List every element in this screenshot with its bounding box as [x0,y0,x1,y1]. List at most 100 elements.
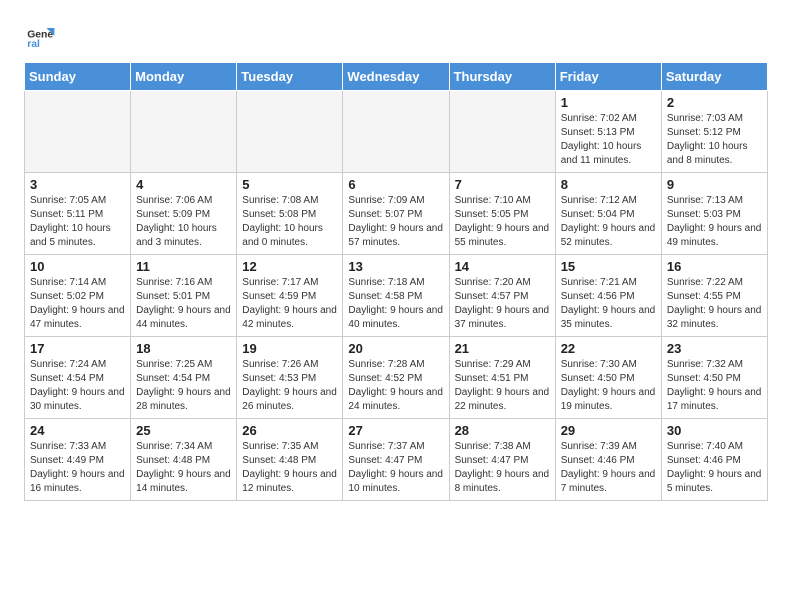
day-info: Sunrise: 7:35 AM Sunset: 4:48 PM Dayligh… [242,440,337,496]
day-number: 29 [561,423,656,438]
day-cell [237,91,343,173]
day-cell: 5 Sunrise: 7:08 AM Sunset: 5:08 PM Daylig… [237,173,343,255]
col-header-friday: Friday [555,63,661,91]
day-cell: 14 Sunrise: 7:20 AM Sunset: 4:57 PM Dayli… [449,255,555,337]
col-header-wednesday: Wednesday [343,63,449,91]
day-number: 4 [136,177,231,192]
day-number: 30 [667,423,762,438]
day-cell: 12 Sunrise: 7:17 AM Sunset: 4:59 PM Dayli… [237,255,343,337]
day-info: Sunrise: 7:17 AM Sunset: 4:59 PM Dayligh… [242,276,337,332]
day-number: 12 [242,259,337,274]
svg-text:ral: ral [27,39,40,50]
calendar-page: Gene ral SundayMondayTuesdayWednesdayThu… [0,0,792,517]
day-info: Sunrise: 7:08 AM Sunset: 5:08 PM Dayligh… [242,194,337,250]
day-number: 7 [455,177,550,192]
day-info: Sunrise: 7:20 AM Sunset: 4:57 PM Dayligh… [455,276,550,332]
day-info: Sunrise: 7:32 AM Sunset: 4:50 PM Dayligh… [667,358,762,414]
logo: Gene ral [24,20,62,52]
day-number: 19 [242,341,337,356]
day-cell: 15Sunrise: 7:21 AM Sunset: 4:56 PM Dayli… [555,255,661,337]
header: Gene ral [24,20,768,52]
day-cell: 29 Sunrise: 7:39 AM Sunset: 4:46 PM Dayli… [555,419,661,501]
day-cell [131,91,237,173]
day-cell: 18 Sunrise: 7:25 AM Sunset: 4:54 PM Dayli… [131,337,237,419]
day-info: Sunrise: 7:37 AM Sunset: 4:47 PM Dayligh… [348,440,443,496]
day-info: Sunrise: 7:30 AM Sunset: 4:50 PM Dayligh… [561,358,656,414]
day-cell: 17Sunrise: 7:24 AM Sunset: 4:54 PM Dayli… [25,337,131,419]
day-info: Sunrise: 7:12 AM Sunset: 5:04 PM Dayligh… [561,194,656,250]
day-info: Sunrise: 7:40 AM Sunset: 4:46 PM Dayligh… [667,440,762,496]
day-number: 10 [30,259,125,274]
day-cell: 25 Sunrise: 7:34 AM Sunset: 4:48 PM Dayli… [131,419,237,501]
col-header-saturday: Saturday [661,63,767,91]
day-cell: 26 Sunrise: 7:35 AM Sunset: 4:48 PM Dayli… [237,419,343,501]
day-info: Sunrise: 7:26 AM Sunset: 4:53 PM Dayligh… [242,358,337,414]
day-cell: 24 Sunrise: 7:33 AM Sunset: 4:49 PM Dayli… [25,419,131,501]
day-number: 11 [136,259,231,274]
day-info: Sunrise: 7:39 AM Sunset: 4:46 PM Dayligh… [561,440,656,496]
day-number: 2 [667,95,762,110]
week-row-1: 1Sunrise: 7:02 AM Sunset: 5:13 PM Daylig… [25,91,768,173]
day-number: 23 [667,341,762,356]
day-cell: 23 Sunrise: 7:32 AM Sunset: 4:50 PM Dayli… [661,337,767,419]
day-cell: 10Sunrise: 7:14 AM Sunset: 5:02 PM Dayli… [25,255,131,337]
day-number: 27 [348,423,443,438]
day-info: Sunrise: 7:05 AM Sunset: 5:11 PM Dayligh… [30,194,125,250]
week-row-4: 17Sunrise: 7:24 AM Sunset: 4:54 PM Dayli… [25,337,768,419]
day-number: 25 [136,423,231,438]
day-info: Sunrise: 7:29 AM Sunset: 4:51 PM Dayligh… [455,358,550,414]
day-info: Sunrise: 7:09 AM Sunset: 5:07 PM Dayligh… [348,194,443,250]
day-number: 28 [455,423,550,438]
day-number: 18 [136,341,231,356]
day-cell: 11 Sunrise: 7:16 AM Sunset: 5:01 PM Dayli… [131,255,237,337]
day-cell: 13Sunrise: 7:18 AM Sunset: 4:58 PM Dayli… [343,255,449,337]
day-cell [25,91,131,173]
col-header-monday: Monday [131,63,237,91]
day-cell: 7 Sunrise: 7:10 AM Sunset: 5:05 PM Daylig… [449,173,555,255]
day-info: Sunrise: 7:06 AM Sunset: 5:09 PM Dayligh… [136,194,231,250]
day-number: 17 [30,341,125,356]
day-number: 20 [348,341,443,356]
day-number: 24 [30,423,125,438]
day-info: Sunrise: 7:10 AM Sunset: 5:05 PM Dayligh… [455,194,550,250]
day-cell: 20 Sunrise: 7:28 AM Sunset: 4:52 PM Dayli… [343,337,449,419]
header-row: SundayMondayTuesdayWednesdayThursdayFrid… [25,63,768,91]
day-info: Sunrise: 7:13 AM Sunset: 5:03 PM Dayligh… [667,194,762,250]
day-number: 14 [455,259,550,274]
day-info: Sunrise: 7:25 AM Sunset: 4:54 PM Dayligh… [136,358,231,414]
logo-icon: Gene ral [24,20,56,52]
day-info: Sunrise: 7:33 AM Sunset: 4:49 PM Dayligh… [30,440,125,496]
day-cell: 9Sunrise: 7:13 AM Sunset: 5:03 PM Daylig… [661,173,767,255]
week-row-3: 10Sunrise: 7:14 AM Sunset: 5:02 PM Dayli… [25,255,768,337]
day-cell: 28Sunrise: 7:38 AM Sunset: 4:47 PM Dayli… [449,419,555,501]
day-cell: 3Sunrise: 7:05 AM Sunset: 5:11 PM Daylig… [25,173,131,255]
day-cell: 1Sunrise: 7:02 AM Sunset: 5:13 PM Daylig… [555,91,661,173]
day-cell: 21 Sunrise: 7:29 AM Sunset: 4:51 PM Dayli… [449,337,555,419]
day-info: Sunrise: 7:03 AM Sunset: 5:12 PM Dayligh… [667,112,762,168]
day-info: Sunrise: 7:34 AM Sunset: 4:48 PM Dayligh… [136,440,231,496]
day-info: Sunrise: 7:21 AM Sunset: 4:56 PM Dayligh… [561,276,656,332]
col-header-tuesday: Tuesday [237,63,343,91]
day-info: Sunrise: 7:16 AM Sunset: 5:01 PM Dayligh… [136,276,231,332]
week-row-5: 24 Sunrise: 7:33 AM Sunset: 4:49 PM Dayli… [25,419,768,501]
day-number: 5 [242,177,337,192]
day-number: 6 [348,177,443,192]
day-cell [449,91,555,173]
day-cell: 4 Sunrise: 7:06 AM Sunset: 5:09 PM Daylig… [131,173,237,255]
day-number: 1 [561,95,656,110]
day-cell [343,91,449,173]
day-cell: 19 Sunrise: 7:26 AM Sunset: 4:53 PM Dayli… [237,337,343,419]
calendar-table: SundayMondayTuesdayWednesdayThursdayFrid… [24,62,768,501]
day-info: Sunrise: 7:28 AM Sunset: 4:52 PM Dayligh… [348,358,443,414]
calendar-header: SundayMondayTuesdayWednesdayThursdayFrid… [25,63,768,91]
day-number: 21 [455,341,550,356]
col-header-sunday: Sunday [25,63,131,91]
day-number: 13 [348,259,443,274]
day-number: 26 [242,423,337,438]
day-number: 16 [667,259,762,274]
day-cell: 27 Sunrise: 7:37 AM Sunset: 4:47 PM Dayli… [343,419,449,501]
day-cell: 16Sunrise: 7:22 AM Sunset: 4:55 PM Dayli… [661,255,767,337]
day-cell: 2 Sunrise: 7:03 AM Sunset: 5:12 PM Daylig… [661,91,767,173]
day-cell: 6 Sunrise: 7:09 AM Sunset: 5:07 PM Daylig… [343,173,449,255]
calendar-body: 1Sunrise: 7:02 AM Sunset: 5:13 PM Daylig… [25,91,768,501]
